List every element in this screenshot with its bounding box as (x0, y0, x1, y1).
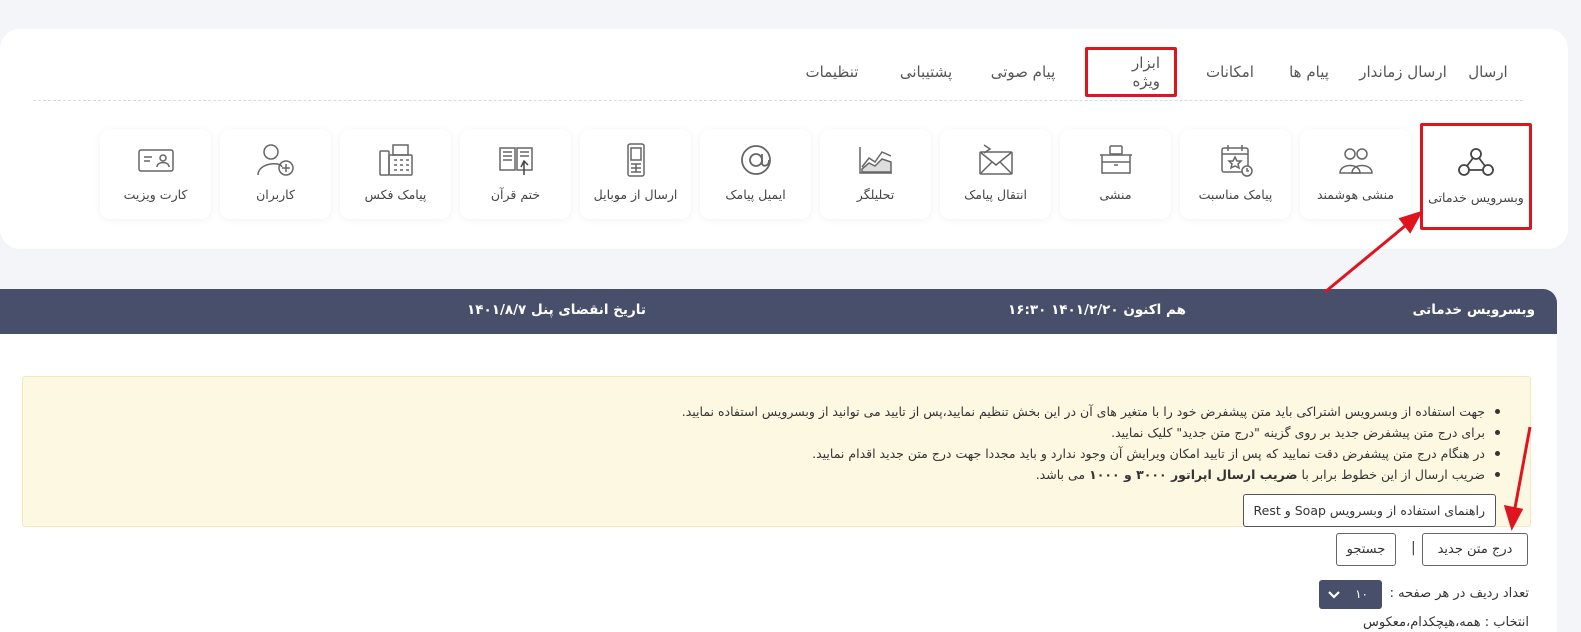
notice-list: جهت استفاده از وبسرویس اشتراکی باید متن … (682, 401, 1501, 485)
search-button[interactable]: جستجو (1336, 533, 1396, 566)
nav-send[interactable]: ارسال (1457, 47, 1519, 97)
tile-label: کاربران (256, 187, 295, 202)
tile-occasion-sms[interactable]: پیامک مناسبت (1180, 129, 1291, 219)
chart-icon (858, 147, 892, 174)
chevron-down-icon (1328, 591, 1340, 599)
send-coefficient: ضریب ارسال اپراتور ۳۰۰۰ و ۱۰۰۰ (1089, 467, 1298, 482)
rows-per-page-select[interactable]: ۱۰ (1319, 580, 1382, 609)
page-title: وبسرویس خدماتی (1412, 302, 1535, 318)
quran-book-icon (498, 147, 533, 175)
page-header-bar: وبسرویس خدماتی هم اکنون ۱۴۰۱/۲/۲۰ ۱۶:۳۰ … (0, 289, 1557, 334)
business-card-icon (137, 149, 174, 172)
tile-smart-secretary[interactable]: منشی هوشمند (1300, 129, 1411, 219)
new-text-button[interactable]: درج متن جدید (1422, 533, 1528, 566)
notice-item: ضریب ارسال از این خطوط برابر با ضریب ارس… (682, 464, 1501, 485)
envelope-forward-icon (978, 144, 1013, 175)
tile-label: ارسال از موبایل (593, 187, 678, 202)
tile-webservice[interactable]: وبسرویس خدماتی (1420, 123, 1532, 230)
notice-box: جهت استفاده از وبسرویس اشتراکی باید متن … (22, 376, 1531, 527)
desk-icon (1099, 145, 1132, 174)
nav-voice-message[interactable]: پیام صوتی (981, 47, 1065, 97)
select-options[interactable]: انتخاب : همه،هیچکدام،معکوس (1363, 615, 1529, 630)
tile-label: منشی هوشمند (1316, 187, 1395, 202)
nav-divider (33, 100, 1523, 101)
nav-support[interactable]: پشتیبانی (891, 47, 961, 97)
tools-grid: وبسرویس خدماتی منشی هوشمند پیامک مناسبت … (91, 123, 1532, 230)
nav-messages[interactable]: پیام ها (1279, 47, 1339, 97)
panel-expiry: تاریخ انقضای پنل ۱۴۰۱/۸/۷ (467, 302, 646, 318)
api-guide-button[interactable]: راهنمای استفاده از وبسرویس Soap و Rest (1242, 494, 1496, 527)
tile-fax-sms[interactable]: پیامک فکس (340, 129, 451, 219)
tile-label: انتقال پیامک (964, 187, 1027, 202)
tile-label: ختم قرآن (490, 187, 541, 202)
people-group-icon (1338, 148, 1373, 174)
nav-settings[interactable]: تنظیمات (797, 47, 867, 97)
current-time: هم اکنون ۱۴۰۱/۲/۲۰ ۱۶:۳۰ (1008, 302, 1186, 318)
at-sign-icon (740, 145, 771, 175)
tile-label: منشی (1099, 187, 1132, 202)
tools-card: ارسال ارسال زماندار پیام ها امکانات ابزا… (0, 29, 1568, 249)
add-user-icon (256, 144, 294, 176)
tile-label: ایمیل پیامک (725, 187, 786, 202)
main-nav: ارسال ارسال زماندار پیام ها امکانات ابزا… (797, 47, 1519, 97)
tile-send-from-mobile[interactable]: ارسال از موبایل (580, 129, 691, 219)
rows-per-page-value: ۱۰ (1355, 587, 1368, 601)
mobile-phone-icon (626, 143, 645, 177)
calendar-star-icon (1220, 145, 1253, 177)
webservice-icon (1458, 147, 1494, 176)
notice-item: در هنگام درج متن پیشفرض دقت نمایید که پس… (682, 443, 1501, 464)
nav-scheduled-send[interactable]: ارسال زماندار (1349, 47, 1457, 97)
rows-per-page-label: تعداد ردیف در هر صفحه : (1389, 586, 1529, 601)
main-content: جهت استفاده از وبسرویس اشتراکی باید متن … (0, 334, 1557, 632)
tile-email-sms[interactable]: ایمیل پیامک (700, 129, 811, 219)
nav-features[interactable]: امکانات (1193, 47, 1267, 97)
tile-users[interactable]: کاربران (220, 129, 331, 219)
notice-item: جهت استفاده از وبسرویس اشتراکی باید متن … (682, 401, 1501, 422)
tile-label: پیامک فکس (364, 187, 427, 202)
nav-special-tools[interactable]: ابزار ویژه (1085, 47, 1177, 97)
tile-sms-forward[interactable]: انتقال پیامک (940, 129, 1051, 219)
fax-icon (378, 144, 413, 176)
tile-business-card[interactable]: کارت ویزیت (100, 129, 211, 219)
tile-label: وبسرویس خدماتی (1428, 189, 1524, 205)
tile-label: تحلیلگر (856, 187, 895, 202)
tile-analyzer[interactable]: تحلیلگر (820, 129, 931, 219)
tile-label: پیامک مناسبت (1198, 187, 1273, 202)
button-separator: | (1411, 540, 1416, 556)
tile-label: کارت ویزیت (123, 187, 188, 202)
tile-quran[interactable]: ختم قرآن (460, 129, 571, 219)
tile-secretary[interactable]: منشی (1060, 129, 1171, 219)
notice-item: برای درج متن پیشفرض جدید بر روی گزینه "د… (682, 422, 1501, 443)
